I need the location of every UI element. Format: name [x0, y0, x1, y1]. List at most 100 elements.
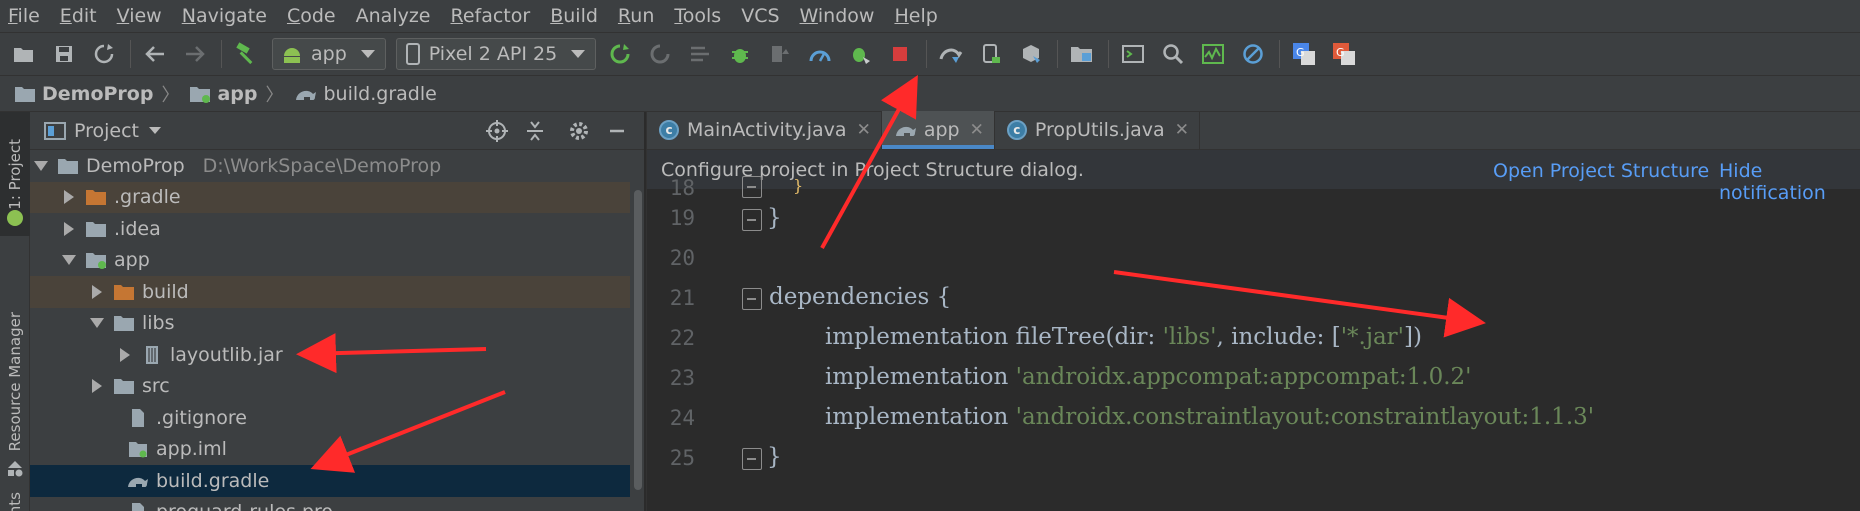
terminal-icon[interactable] — [1119, 40, 1147, 68]
debug-bug-icon[interactable] — [726, 40, 754, 68]
open-project-structure-link[interactable]: Open Project Structure — [1493, 160, 1709, 182]
hammer-build-icon[interactable] — [232, 40, 260, 68]
tree-item-app[interactable]: app — [30, 245, 630, 277]
notification-message: Configure project in Project Structure d… — [661, 158, 1084, 181]
menu-window[interactable]: Window — [800, 5, 875, 27]
gear-icon[interactable] — [564, 116, 594, 146]
line-number: 20 — [669, 246, 695, 270]
menu-refactor[interactable]: Refactor — [450, 5, 530, 27]
chevron-down-icon — [571, 50, 586, 58]
code-editor[interactable]: 18 } 19 } 20 21 dependencies { 22 implem… — [647, 176, 1860, 511]
list-icon[interactable] — [686, 40, 714, 68]
menu-run[interactable]: Run — [618, 5, 654, 27]
expand-arrow-icon[interactable] — [62, 253, 76, 267]
expand-arrow-icon[interactable] — [34, 159, 48, 173]
minimize-icon[interactable] — [602, 116, 632, 146]
expand-arrow-icon[interactable] — [90, 284, 104, 299]
expand-arrow-icon[interactable] — [62, 221, 76, 236]
menu-build[interactable]: Build — [550, 5, 598, 27]
code-line-19: } — [767, 205, 782, 231]
tree-item-proguard-rules[interactable]: proguard-rules.pro — [30, 497, 630, 511]
project-tree-scrollbar[interactable] — [632, 150, 644, 511]
breadcrumb-project[interactable]: DemoProp — [14, 83, 153, 105]
tool-window-structure-tab[interactable]: nts — [0, 484, 30, 511]
folder-icon — [112, 376, 136, 396]
translate-red-icon[interactable]: G — [1330, 40, 1358, 68]
tree-item-build-dir[interactable]: build — [30, 276, 630, 308]
project-panel: Project DemoProp D:\WorkSpace\DemoProp .… — [30, 112, 644, 511]
folder-orange-icon — [112, 282, 136, 302]
fold-marker-icon[interactable] — [742, 176, 762, 198]
back-arrow-icon[interactable] — [141, 40, 169, 68]
breadcrumb-module[interactable]: app — [189, 83, 258, 105]
profiler-chart-icon[interactable] — [1199, 40, 1227, 68]
menu-edit[interactable]: Edit — [60, 5, 97, 27]
close-icon[interactable]: ✕ — [970, 120, 984, 140]
device-select[interactable]: Pixel 2 API 25 — [395, 38, 597, 70]
save-icon[interactable] — [50, 40, 78, 68]
fold-marker-icon[interactable] — [742, 288, 762, 310]
attach-debugger-icon[interactable] — [846, 40, 874, 68]
stop-icon[interactable] — [886, 40, 914, 68]
expand-arrow-icon[interactable] — [90, 316, 104, 330]
fold-marker-icon[interactable] — [742, 448, 762, 470]
search-icon[interactable] — [1159, 40, 1187, 68]
menu-view[interactable]: View — [117, 5, 162, 27]
tree-item-build-gradle[interactable]: build.gradle — [30, 465, 630, 497]
coverage-icon[interactable] — [766, 40, 794, 68]
no-entry-icon[interactable] — [1239, 40, 1267, 68]
menu-analyze[interactable]: Analyze — [356, 5, 431, 27]
line-number: 19 — [669, 206, 695, 230]
text-file-icon — [126, 408, 150, 428]
apply-changes-icon[interactable] — [606, 40, 634, 68]
open-folder-icon[interactable] — [10, 40, 38, 68]
menu-code[interactable]: Code — [287, 5, 336, 27]
tab-mainactivity[interactable]: c MainActivity.java ✕ — [647, 111, 882, 149]
project-structure-icon[interactable] — [1068, 40, 1096, 68]
expand-arrow-icon[interactable] — [118, 347, 132, 362]
run-config-select[interactable]: app — [272, 38, 386, 70]
sync-icon[interactable] — [90, 40, 118, 68]
tree-item-src-dir[interactable]: src — [30, 371, 630, 403]
project-view-selector[interactable]: Project — [74, 120, 139, 142]
gradle-elephant-icon — [295, 90, 316, 100]
folder-orange-icon — [84, 187, 108, 207]
collapse-all-icon[interactable] — [520, 116, 550, 146]
expand-arrow-icon[interactable] — [90, 379, 104, 394]
line-number: 21 — [669, 286, 695, 310]
close-icon[interactable]: ✕ — [857, 120, 871, 140]
sdk-manager-icon[interactable] — [1017, 40, 1045, 68]
menu-vcs[interactable]: VCS — [741, 5, 779, 27]
profile-gauge-icon[interactable] — [806, 40, 834, 68]
tree-item-gitignore[interactable]: .gitignore — [30, 402, 630, 434]
folder-icon — [112, 313, 136, 333]
breadcrumb-file[interactable]: build.gradle — [294, 83, 437, 105]
gradle-sync-icon[interactable] — [937, 40, 965, 68]
tab-proputils[interactable]: c PropUtils.java ✕ — [995, 111, 1200, 149]
close-icon[interactable]: ✕ — [1175, 120, 1189, 140]
menu-navigate[interactable]: Navigate — [182, 5, 267, 27]
tree-item-idea-dir[interactable]: .idea — [30, 213, 630, 245]
apply-code-changes-icon[interactable] — [646, 40, 674, 68]
tab-app-build-gradle[interactable]: app ✕ — [881, 111, 995, 149]
forward-arrow-icon[interactable] — [181, 40, 209, 68]
menu-help[interactable]: Help — [894, 5, 937, 27]
chevron-down-icon[interactable] — [149, 127, 162, 134]
menu-file[interactable]: File — [8, 5, 40, 27]
avd-manager-icon[interactable] — [977, 40, 1005, 68]
scrollbar-thumb[interactable] — [634, 190, 642, 490]
google-translate-icon[interactable]: G — [1290, 40, 1318, 68]
fold-marker-icon[interactable] — [742, 209, 762, 231]
expand-arrow-icon[interactable] — [62, 190, 76, 205]
android-icon — [284, 48, 300, 63]
tree-item-libs-dir[interactable]: libs — [30, 308, 630, 340]
tree-item-demoprop[interactable]: DemoProp D:\WorkSpace\DemoProp — [30, 150, 630, 182]
svg-text:G: G — [1336, 46, 1345, 59]
locate-target-icon[interactable] — [482, 116, 512, 146]
tree-item-layoutlib-jar[interactable]: layoutlib.jar — [30, 339, 630, 371]
chevron-down-icon — [360, 50, 375, 58]
menu-tools[interactable]: Tools — [674, 5, 721, 27]
breadcrumb: DemoProp 〉 app 〉 build.gradle — [0, 76, 1860, 112]
tree-item-gradle-dir[interactable]: .gradle — [30, 181, 630, 213]
tree-item-app-iml[interactable]: app.iml — [30, 434, 630, 466]
